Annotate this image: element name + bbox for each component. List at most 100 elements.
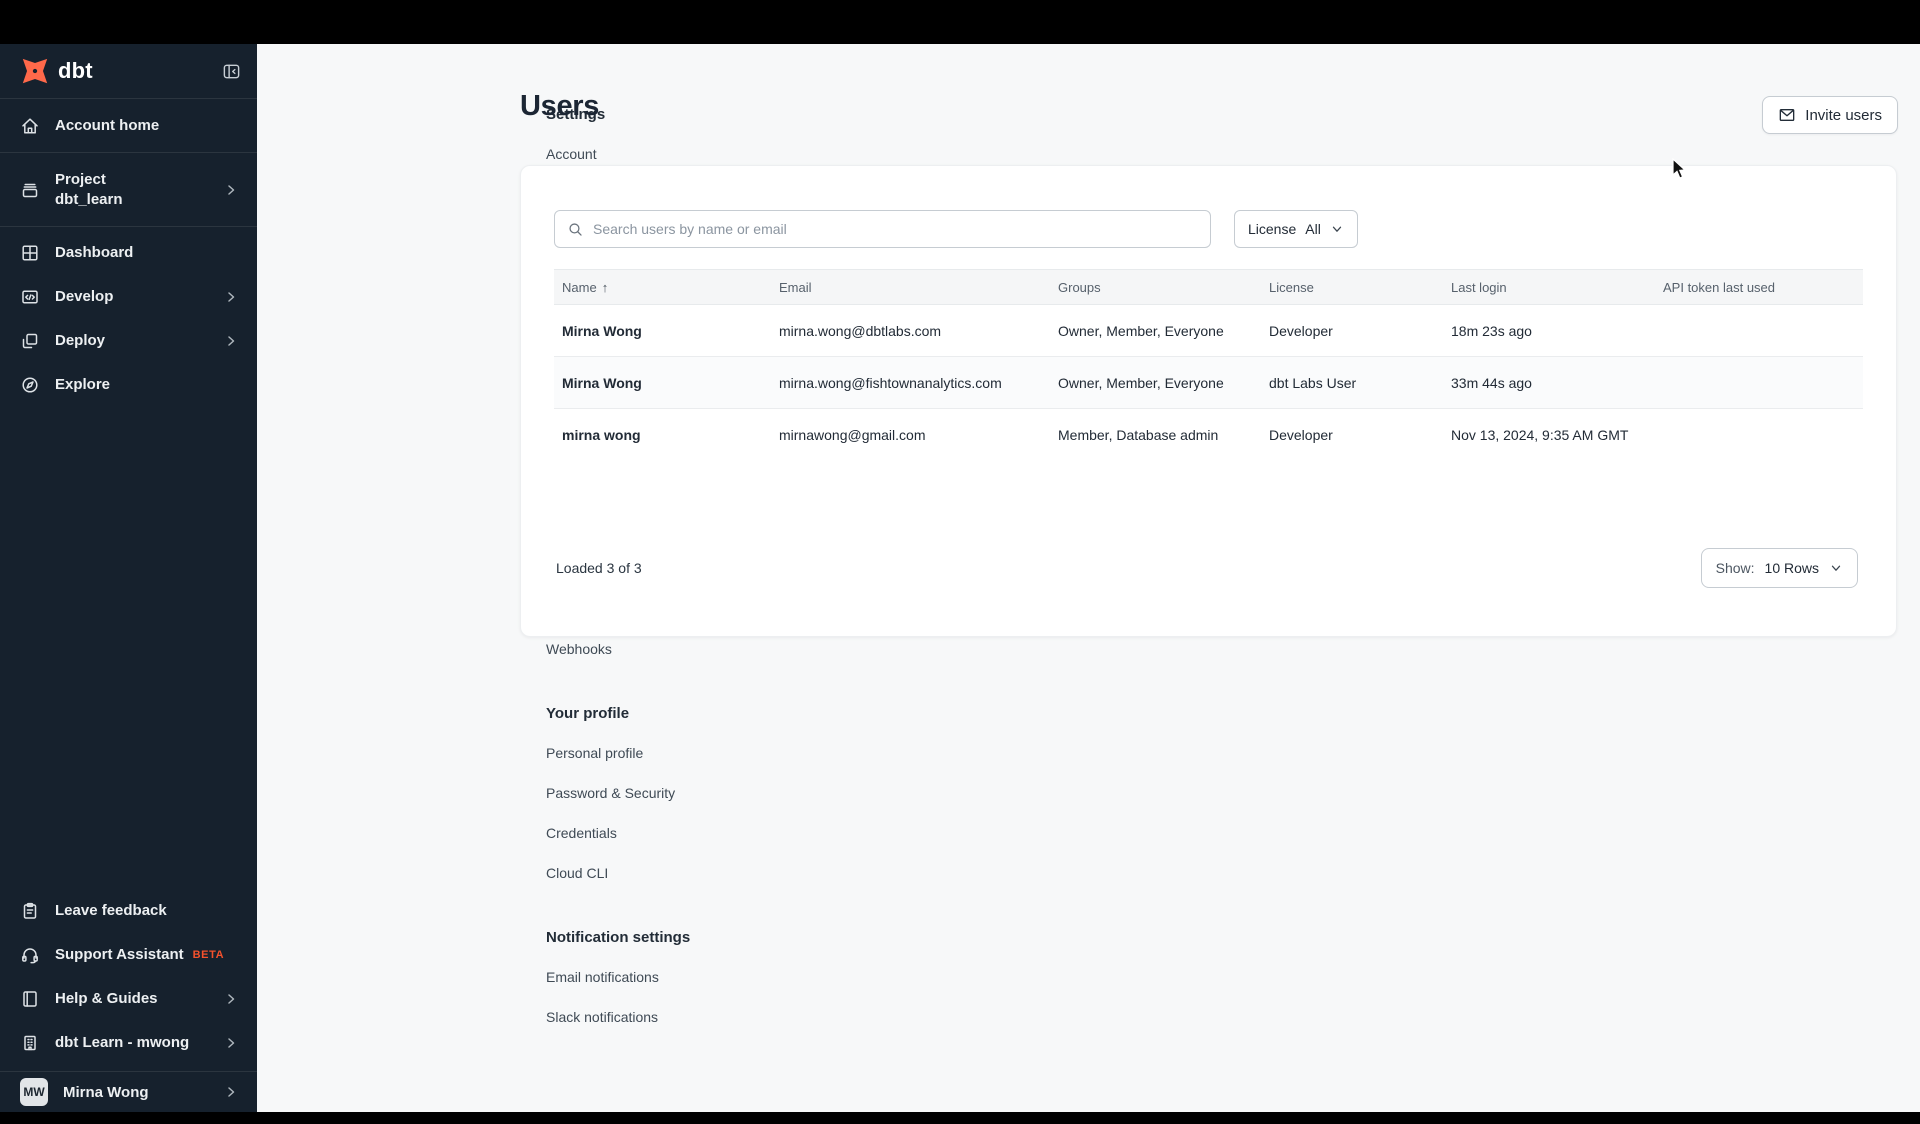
sidebar-header: dbt bbox=[0, 44, 257, 99]
settings-nav-item-personal-profile[interactable]: Personal profile bbox=[538, 733, 754, 773]
settings-nav-label: Credentials bbox=[546, 825, 617, 841]
search-input[interactable] bbox=[593, 221, 1198, 237]
sidebar-item-label: Project bbox=[55, 171, 106, 188]
settings-nav-label: Cloud CLI bbox=[546, 865, 609, 881]
home-icon bbox=[20, 116, 40, 136]
cell-license: dbt Labs User bbox=[1269, 374, 1357, 391]
cell-name: Mirna Wong bbox=[562, 374, 642, 391]
column-header-license: License bbox=[1269, 279, 1314, 295]
sidebar-item-deploy[interactable]: Deploy bbox=[0, 319, 257, 363]
license-filter-dropdown[interactable]: License All bbox=[1234, 210, 1358, 248]
column-header-name[interactable]: Name ↑ bbox=[554, 280, 771, 295]
rows-per-page-dropdown[interactable]: Show: 10 Rows bbox=[1700, 548, 1858, 588]
settings-nav-item-credentials[interactable]: Credentials bbox=[538, 813, 754, 853]
sidebar-item-develop[interactable]: Develop bbox=[0, 275, 257, 319]
settings-nav-label: Account bbox=[546, 146, 597, 162]
table-body: Mirna Wong mirna.wong@dbtlabs.com Owner, M… bbox=[554, 305, 1863, 461]
building-icon bbox=[20, 1033, 40, 1053]
column-header-last-login: Last login bbox=[1451, 279, 1507, 295]
chevron-down-icon bbox=[1829, 561, 1843, 575]
book-icon bbox=[20, 989, 40, 1009]
cell-name: Mirna Wong bbox=[562, 322, 642, 339]
sidebar-item-sublabel: dbt_learn bbox=[55, 190, 123, 208]
avatar: MW bbox=[20, 1078, 48, 1106]
settings-nav-label: Webhooks bbox=[546, 641, 612, 657]
cell-email: mirna.wong@fishtownanalytics.com bbox=[779, 374, 1002, 391]
settings-nav-item-password-security[interactable]: Password & Security bbox=[538, 773, 754, 813]
sidebar-nav: Account home Project dbt_learn Dashboard Dev… bbox=[0, 99, 257, 407]
chevron-right-icon bbox=[223, 1084, 239, 1100]
cell-last-login: 18m 23s ago bbox=[1451, 322, 1532, 339]
cell-email: mirna.wong@dbtlabs.com bbox=[779, 322, 942, 339]
code-window-icon bbox=[20, 287, 40, 307]
settings-heading-notification-settings: Notification settings bbox=[546, 928, 691, 946]
project-box-icon bbox=[20, 180, 40, 200]
table-row[interactable]: mirna wong mirnawong@gmail.com Member, Dat… bbox=[554, 409, 1863, 461]
main-content: SettingsAccountProjectsIntegrationsConne… bbox=[257, 44, 1920, 1112]
dashboard-grid-icon bbox=[20, 243, 40, 263]
sort-ascending-icon: ↑ bbox=[601, 279, 609, 295]
users-table: Name ↑ Email Groups License Last login API tok… bbox=[554, 269, 1863, 461]
column-header-api-token-last-used: API token last used bbox=[1663, 279, 1776, 295]
settings-nav-label: Email notifications bbox=[546, 969, 659, 985]
top-black-bar bbox=[0, 0, 1920, 44]
sidebar-item-dbt-learn-mwong[interactable]: dbt Learn - mwong bbox=[0, 1021, 257, 1065]
cell-last-login: Nov 13, 2024, 9:35 AM GMT bbox=[1451, 427, 1629, 443]
settings-nav-item-email-notifications[interactable]: Email notifications bbox=[538, 957, 754, 997]
license-filter-value: All bbox=[1305, 221, 1321, 237]
sidebar-item-account-home[interactable]: Account home bbox=[0, 99, 257, 153]
sidebar-item-help-guides[interactable]: Help & Guides bbox=[0, 977, 257, 1021]
search-icon bbox=[567, 221, 584, 238]
invite-users-label: Invite users bbox=[1805, 106, 1882, 124]
sidebar-collapse-icon[interactable] bbox=[222, 62, 241, 81]
show-label: Show: bbox=[1715, 560, 1755, 576]
headset-icon bbox=[20, 945, 40, 965]
sidebar-footer-nav: Leave feedback Support Assistant BETA Help … bbox=[0, 889, 257, 1065]
sidebar-item-explore[interactable]: Explore bbox=[0, 363, 257, 407]
chevron-right-icon bbox=[223, 289, 239, 305]
sidebar-item-label: dbt Learn - mwong bbox=[55, 1034, 190, 1052]
sidebar-item-label: Dashboard bbox=[55, 244, 134, 262]
bottom-black-bar bbox=[0, 1112, 1920, 1124]
license-filter-label: License bbox=[1248, 221, 1297, 237]
sidebar-item-leave-feedback[interactable]: Leave feedback bbox=[0, 889, 257, 933]
settings-nav-label: Personal profile bbox=[546, 745, 644, 761]
cell-last-login: 33m 44s ago bbox=[1451, 374, 1532, 391]
cell-email: mirnawong@gmail.com bbox=[779, 427, 926, 443]
sidebar-item-label: Develop bbox=[55, 288, 114, 306]
table-row[interactable]: Mirna Wong mirna.wong@dbtlabs.com Owner, M… bbox=[554, 305, 1863, 357]
sidebar-item-label: Support Assistant bbox=[55, 946, 184, 964]
deploy-windows-icon bbox=[20, 331, 40, 351]
settings-heading-your-profile: Your profile bbox=[546, 704, 630, 722]
invite-users-button[interactable]: Invite users bbox=[1762, 96, 1898, 134]
chevron-right-icon bbox=[223, 991, 239, 1007]
table-header: Name ↑ Email Groups License Last login API tok… bbox=[554, 269, 1863, 305]
search-box bbox=[554, 210, 1211, 248]
table-row[interactable]: Mirna Wong mirna.wong@fishtownanalytics.c… bbox=[554, 357, 1863, 409]
page-title: Users bbox=[520, 90, 600, 122]
show-value: 10 Rows bbox=[1764, 560, 1819, 576]
cell-groups: Member, Database admin bbox=[1058, 427, 1219, 443]
cell-license: Developer bbox=[1269, 427, 1333, 443]
cell-groups: Owner, Member, Everyone bbox=[1058, 374, 1224, 391]
users-card: License All Name↑ Email Groups License Last … bbox=[520, 165, 1897, 637]
dbt-logo-icon bbox=[20, 56, 50, 86]
clipboard-icon bbox=[20, 901, 40, 921]
loaded-status: Loaded 3 of 3 bbox=[556, 560, 642, 576]
column-header-groups: Groups bbox=[1058, 279, 1101, 295]
sidebar-item-support-assistant[interactable]: Support Assistant BETA bbox=[0, 933, 257, 977]
cell-groups: Owner, Member, Everyone bbox=[1058, 322, 1224, 339]
column-header-email: Email bbox=[779, 279, 812, 295]
sidebar-item-label: Deploy bbox=[55, 332, 106, 350]
sidebar-user-menu[interactable]: MW Mirna Wong bbox=[0, 1072, 257, 1112]
user-name: Mirna Wong bbox=[63, 1083, 149, 1101]
settings-nav-item-slack-notifications[interactable]: Slack notifications bbox=[538, 997, 754, 1037]
sidebar-item-dashboard[interactable]: Dashboard bbox=[0, 231, 257, 275]
settings-nav-item-cloud-cli[interactable]: Cloud CLI bbox=[538, 853, 754, 893]
sidebar-item-label: Account home bbox=[55, 116, 160, 134]
chevron-right-icon bbox=[223, 182, 239, 198]
chevron-right-icon bbox=[223, 1035, 239, 1051]
sidebar-item-label: Explore bbox=[55, 376, 111, 394]
sidebar-item-project[interactable]: Project dbt_learn bbox=[0, 153, 257, 227]
